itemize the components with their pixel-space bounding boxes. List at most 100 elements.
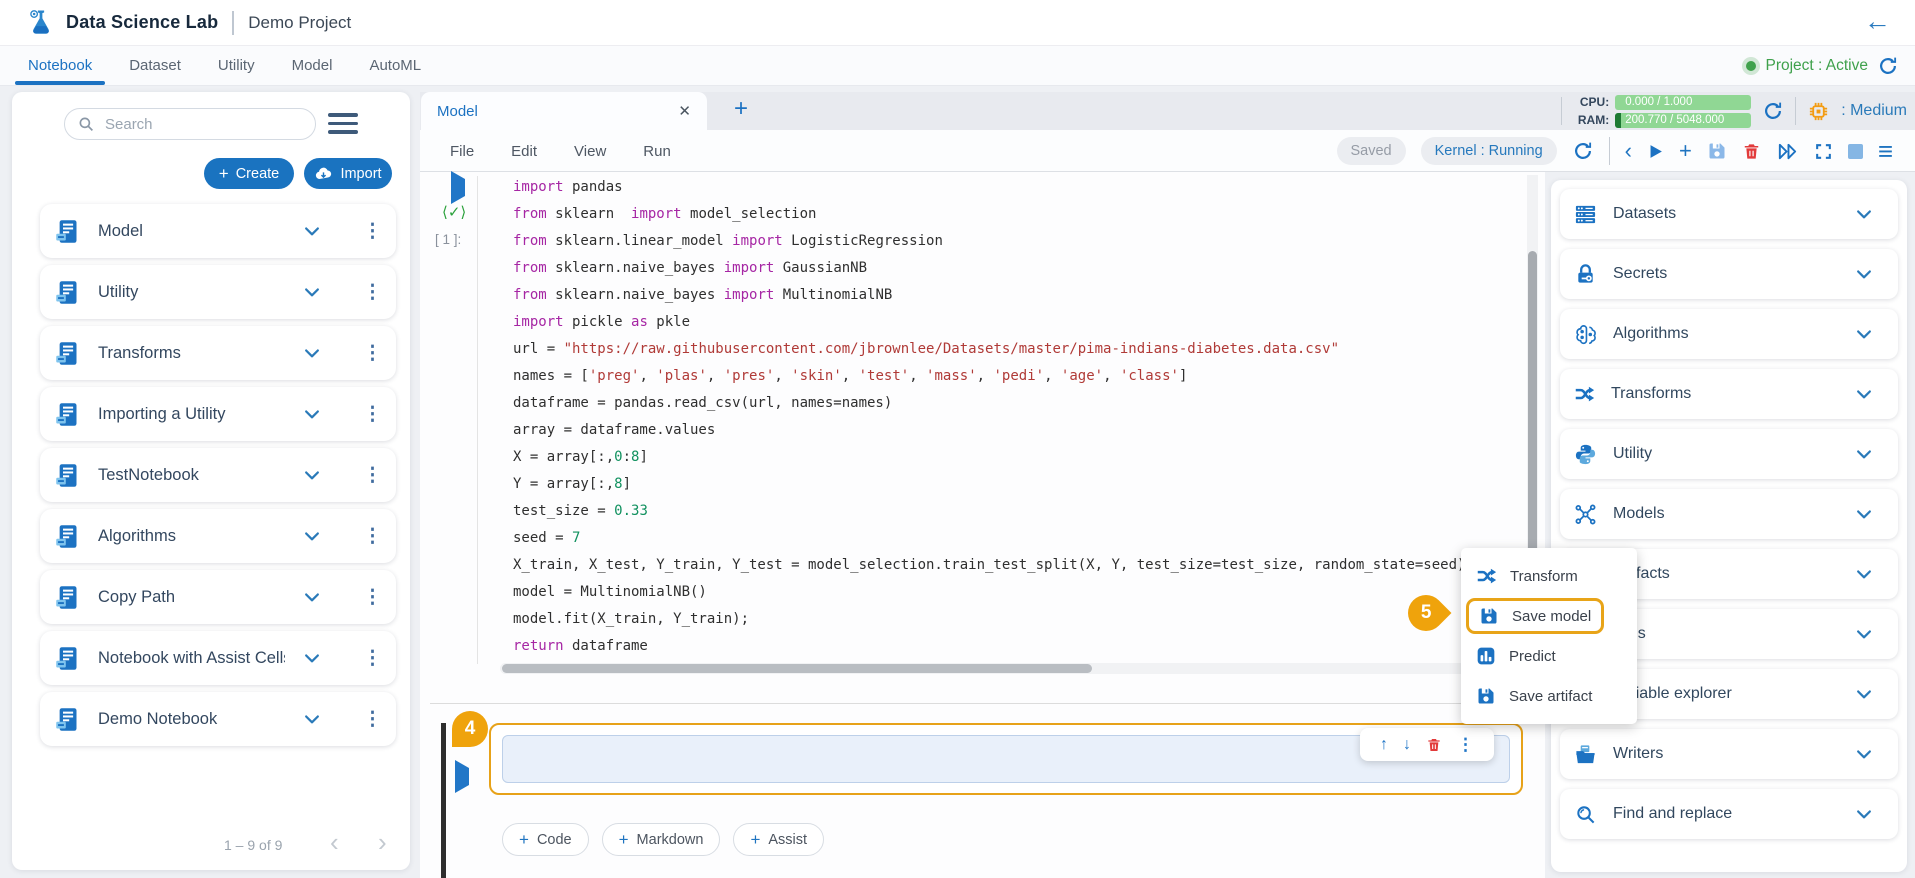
sidebar-menu-icon[interactable] [328,113,358,134]
run-all-icon[interactable] [1776,140,1799,163]
chevron-down-icon[interactable] [1854,384,1874,404]
menu-item-save-model[interactable]: Save model [1466,598,1604,634]
add-code-button[interactable]: +Code [502,823,589,856]
tab-automl[interactable]: AutoML [369,46,421,85]
plus-icon: + [750,831,760,848]
kebab-menu-icon[interactable]: ⋮ [363,464,382,487]
chevron-down-icon[interactable] [302,282,322,302]
sidebar-item-demo-notebook[interactable]: Demo Notebook⋮ [40,692,396,746]
menu-item-save-artifact[interactable]: Save artifact [1461,676,1637,716]
menu-item-predict[interactable]: Predict [1461,636,1637,676]
panel-item-secrets[interactable]: Secrets [1560,249,1898,299]
kebab-menu-icon[interactable]: ⋮ [363,708,382,731]
tab-notebook[interactable]: Notebook [28,46,92,85]
sidebar-item-utility[interactable]: Utility⋮ [40,265,396,319]
kernel-refresh-icon[interactable] [1572,140,1594,162]
kebab-menu-icon[interactable]: ⋮ [363,525,382,548]
tab-model[interactable]: Model [292,46,333,85]
tab-utility[interactable]: Utility [218,46,255,85]
pagination-prev-icon[interactable]: ‹ [330,829,339,855]
add-assist-button[interactable]: +Assist [733,823,824,856]
menu-view[interactable]: View [574,143,606,160]
create-button[interactable]: + Create [204,158,294,189]
kebab-menu-icon[interactable]: ⋮ [363,281,382,304]
kebab-menu-icon[interactable]: ⋮ [363,586,382,609]
resource-refresh-icon[interactable] [1762,100,1784,122]
chevron-down-icon[interactable] [1854,264,1874,284]
chevron-down-icon[interactable] [302,343,322,363]
code-line: seed = 7 [513,525,1527,552]
collapse-toolbar-icon[interactable]: ‹ [1625,140,1632,162]
panel-item-utility[interactable]: Utility [1560,429,1898,479]
add-cell-icon[interactable]: + [1679,140,1692,162]
move-cell-down-icon[interactable]: ↓ [1403,736,1411,754]
horizontal-scrollbar-handle[interactable] [502,664,1092,673]
chevron-down-icon[interactable] [1854,804,1874,824]
import-button[interactable]: Import [304,158,392,189]
chevron-down-icon[interactable] [302,465,322,485]
add-markdown-button[interactable]: +Markdown [602,823,721,856]
search-input[interactable] [103,115,303,134]
chevron-down-icon[interactable] [1854,684,1874,704]
chevron-down-icon[interactable] [302,526,322,546]
chevron-down-icon[interactable] [1854,504,1874,524]
chevron-down-icon[interactable] [1854,624,1874,644]
panel-item-label: Writers [1613,745,1838,763]
move-cell-up-icon[interactable]: ↑ [1380,736,1388,754]
sidebar-item-testnotebook[interactable]: TestNotebook⋮ [40,448,396,502]
run-cell-icon[interactable] [1647,143,1664,160]
notebook-menu-icon[interactable]: ≡ [1878,138,1893,164]
chevron-down-icon[interactable] [1854,744,1874,764]
kebab-menu-icon[interactable]: ⋮ [363,647,382,670]
menu-edit[interactable]: Edit [511,143,537,160]
panel-item-find-and-replace[interactable]: Find and replace [1560,789,1898,839]
kebab-menu-icon[interactable]: ⋮ [363,220,382,243]
panel-item-datasets[interactable]: Datasets [1560,189,1898,239]
close-tab-icon[interactable]: ✕ [678,102,691,120]
chevron-down-icon[interactable] [1854,444,1874,464]
save-notebook-icon[interactable] [1707,141,1727,161]
code-editor[interactable]: import pandasfrom sklearn import model_s… [513,174,1527,662]
search-box[interactable] [64,108,316,140]
cell-more-options-icon[interactable]: ⋮ [1457,735,1474,755]
code-cell-input[interactable] [502,735,1510,783]
sidebar-item-importing-a-utility[interactable]: Importing a Utility⋮ [40,387,396,441]
stop-kernel-icon[interactable] [1848,144,1863,159]
delete-cell-icon[interactable] [1742,142,1761,161]
chevron-down-icon[interactable] [302,404,322,424]
menu-run[interactable]: Run [643,143,671,160]
panel-item-algorithms[interactable]: Algorithms [1560,309,1898,359]
run-empty-cell-icon[interactable] [455,768,469,786]
panel-item-label: Algorithms [1613,325,1838,343]
chevron-down-icon[interactable] [1854,204,1874,224]
chevron-down-icon[interactable] [1854,564,1874,584]
sidebar-item-notebook-with-assist-cells[interactable]: Notebook with Assist Cells⋮ [40,631,396,685]
chevron-down-icon[interactable] [302,221,322,241]
kebab-menu-icon[interactable]: ⋮ [363,342,382,365]
chevron-down-icon[interactable] [302,709,322,729]
sidebar-item-model[interactable]: Model⋮ [40,204,396,258]
sidebar-item-transforms[interactable]: Transforms⋮ [40,326,396,380]
horizontal-scrollbar[interactable] [500,663,1525,674]
chevron-down-icon[interactable] [1854,324,1874,344]
pagination-next-icon[interactable]: › [378,829,387,855]
panel-item-writers[interactable]: Writers [1560,729,1898,779]
sidebar-item-copy-path[interactable]: Copy Path⋮ [40,570,396,624]
app-logo-flask-icon [26,7,56,39]
menu-item-transform[interactable]: Transform [1461,556,1637,596]
chevron-down-icon[interactable] [302,587,322,607]
run-code-cell-icon[interactable] [451,179,465,197]
fullscreen-icon[interactable] [1814,142,1833,161]
menu-file[interactable]: File [450,143,474,160]
chevron-down-icon[interactable] [302,648,322,668]
kebab-menu-icon[interactable]: ⋮ [363,403,382,426]
panel-item-models[interactable]: Models [1560,489,1898,539]
back-arrow-icon[interactable]: ← [1864,6,1891,37]
project-refresh-icon[interactable] [1877,55,1899,77]
new-tab-button[interactable]: + [734,95,748,123]
tab-dataset[interactable]: Dataset [129,46,181,85]
notebook-tab-model[interactable]: Model ✕ [421,92,707,130]
delete-cell-icon[interactable] [1426,737,1442,753]
sidebar-item-algorithms[interactable]: Algorithms⋮ [40,509,396,563]
panel-item-transforms[interactable]: Transforms [1560,369,1898,419]
